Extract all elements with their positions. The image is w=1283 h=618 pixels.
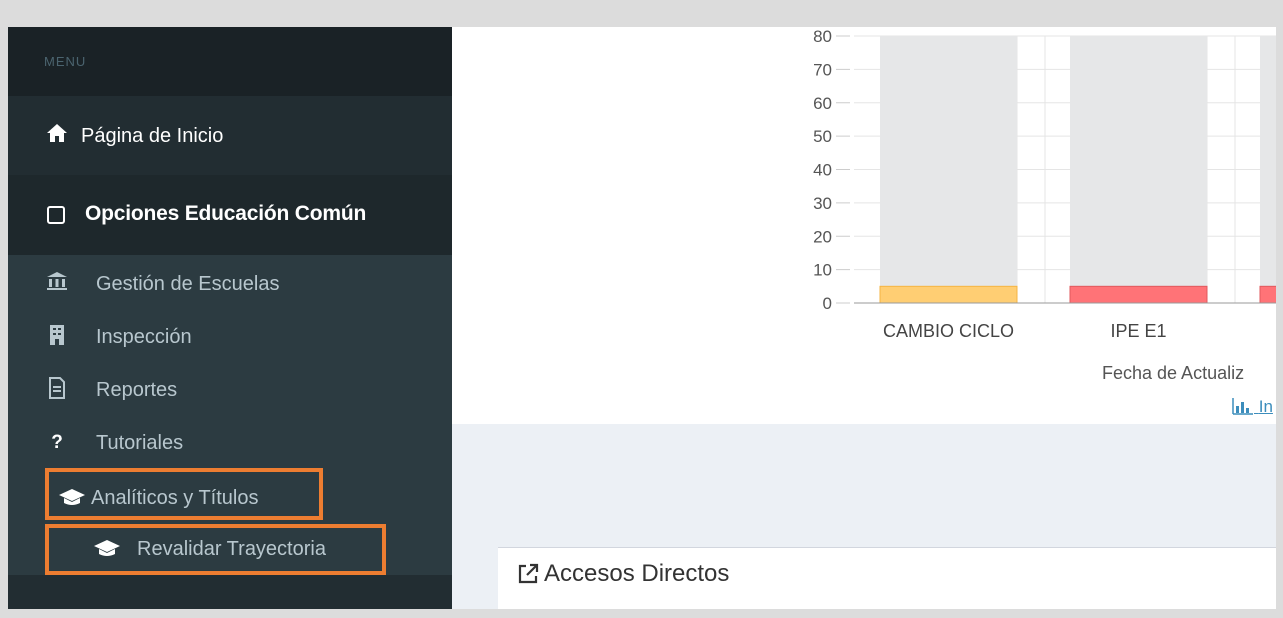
y-tick-label: 60 <box>813 94 832 113</box>
building-icon <box>45 324 69 352</box>
sidebar-item-inspeccion[interactable]: Inspección <box>8 320 452 360</box>
sidebar-item-gestion-escuelas[interactable]: Gestión de Escuelas <box>8 267 452 307</box>
x-tick-label: CAMBIO CICLO <box>883 321 1014 341</box>
accesos-directos-title: Accesos Directos <box>544 560 730 587</box>
square-outline-icon <box>47 206 65 224</box>
y-tick-label: 40 <box>813 161 832 180</box>
sidebar-item-label: Inspección <box>96 326 192 348</box>
info-link[interactable]: In <box>1232 397 1273 417</box>
sidebar-item-label: Reportes <box>96 379 178 401</box>
update-date-text: Fecha de Actualiz <box>1102 363 1245 383</box>
sidebar: MENU Página de Inicio Opciones Educación… <box>8 27 452 609</box>
y-tick-label: 30 <box>813 194 832 213</box>
sidebar-item-reportes[interactable]: Reportes <box>8 373 452 413</box>
category-background-bar <box>1260 36 1276 303</box>
accesos-directos-panel: Accesos Directos <box>498 547 1276 609</box>
category-background-bar <box>1070 36 1207 303</box>
question-icon: ? <box>51 432 63 453</box>
y-tick-label: 10 <box>813 261 832 280</box>
info-link-label: In <box>1258 397 1273 416</box>
y-tick-label: 80 <box>813 27 832 46</box>
sidebar-bottom <box>8 575 452 609</box>
sidebar-item-home[interactable]: Página de Inicio <box>8 96 452 175</box>
bar <box>879 285 1018 304</box>
sidebar-item-tutoriales[interactable]: ? Tutoriales <box>8 426 452 466</box>
home-icon <box>46 123 68 149</box>
external-link-icon <box>516 562 540 592</box>
sidebar-section-label: Opciones Educación Común <box>85 202 367 225</box>
sidebar-item-label: Tutoriales <box>96 432 184 454</box>
menu-header-label: MENU <box>44 54 87 69</box>
bank-icon <box>45 271 69 297</box>
bar-chart-icon <box>1232 398 1253 415</box>
y-tick-label: 70 <box>813 60 832 79</box>
category-background-bar <box>880 36 1017 303</box>
sidebar-section-opciones[interactable]: Opciones Educación Común <box>8 175 452 255</box>
highlight-revalidar <box>45 524 386 575</box>
highlight-analiticos <box>45 468 323 520</box>
bar <box>1069 285 1208 304</box>
y-tick-label: 50 <box>813 127 832 146</box>
y-tick-label: 20 <box>813 227 832 246</box>
app-frame: MENU Página de Inicio Opciones Educación… <box>8 27 1276 609</box>
x-tick-label: IPE E1 <box>1110 321 1166 341</box>
sidebar-item-label: Página de Inicio <box>81 125 224 147</box>
document-icon <box>45 377 69 405</box>
chart-panel: CAMBIO CICLO IPE E1 80 70 60 50 40 30 20 10 0 Fech… <box>452 27 1276 424</box>
y-tick-label: 0 <box>823 294 832 313</box>
sidebar-item-label: Gestión de Escuelas <box>96 273 280 295</box>
menu-header: MENU <box>8 27 452 96</box>
bar <box>1259 285 1276 304</box>
